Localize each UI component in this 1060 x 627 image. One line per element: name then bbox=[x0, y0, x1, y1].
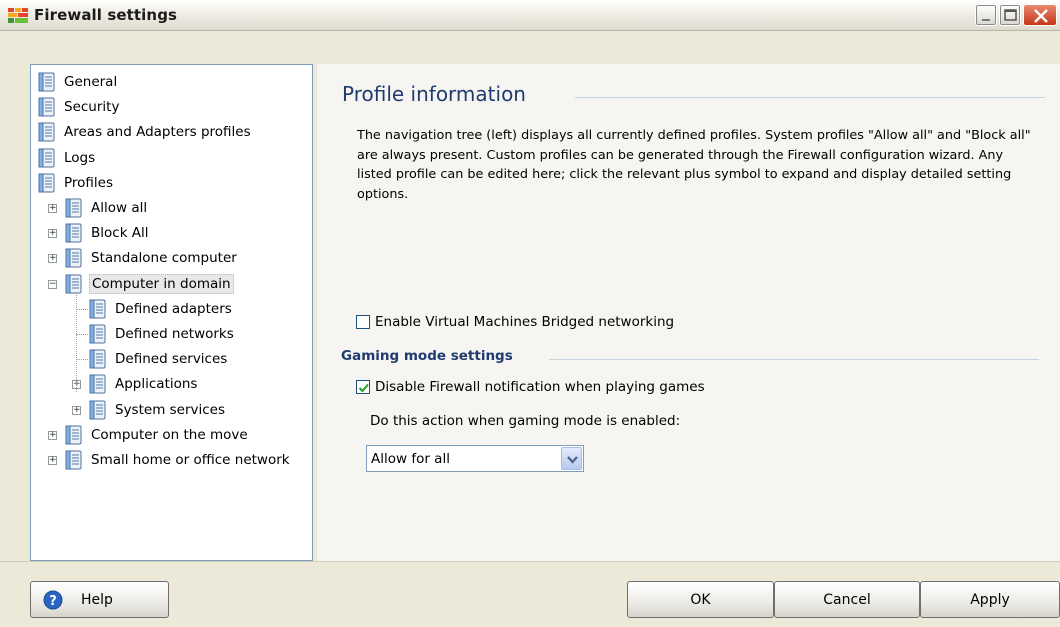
tree-item-label: Profiles bbox=[64, 174, 114, 191]
gaming-mode-title: Gaming mode settings bbox=[341, 348, 513, 364]
tree-item[interactable]: Profiles bbox=[38, 171, 115, 195]
tree-item[interactable]: Small home or office network bbox=[65, 448, 292, 472]
tree-connector bbox=[76, 291, 77, 393]
tree-item-label: Small home or office network bbox=[91, 452, 290, 468]
navigation-tree[interactable]: General Security Areas and Adapters profil… bbox=[30, 64, 313, 561]
tree-item-label: Security bbox=[64, 99, 120, 116]
tree-item-label: Defined services bbox=[115, 351, 228, 368]
checkmark-icon bbox=[358, 383, 369, 393]
document-icon bbox=[65, 450, 82, 470]
disable-notification-label[interactable]: Disable Firewall notification when playi… bbox=[375, 379, 705, 395]
document-icon bbox=[89, 374, 106, 394]
gaming-mode-divider bbox=[549, 359, 1039, 360]
tree-item[interactable]: System services bbox=[89, 398, 227, 422]
tree-item[interactable]: Defined adapters bbox=[89, 297, 234, 321]
tree-item[interactable]: Allow all bbox=[65, 196, 149, 220]
tree-item[interactable]: Applications bbox=[89, 372, 199, 396]
document-icon bbox=[89, 349, 106, 369]
help-button[interactable]: ? Help bbox=[30, 581, 169, 618]
tree-item[interactable]: Standalone computer bbox=[65, 246, 239, 270]
ok-button[interactable]: OK bbox=[627, 581, 774, 618]
collapse-icon[interactable]: − bbox=[48, 279, 57, 289]
close-icon bbox=[1034, 9, 1048, 23]
tree-connector bbox=[76, 334, 88, 335]
document-icon bbox=[38, 148, 55, 168]
help-label: Help bbox=[81, 591, 113, 608]
dropdown-arrow[interactable] bbox=[561, 447, 582, 470]
title-bar[interactable]: Firewall settings bbox=[0, 0, 1060, 31]
apply-button[interactable]: Apply bbox=[920, 581, 1060, 618]
tree-item-label: Defined adapters bbox=[115, 300, 232, 317]
profile-description: The navigation tree (left) displays all … bbox=[357, 128, 1031, 202]
tree-item-label: Logs bbox=[64, 149, 96, 166]
tree-item-label: Computer on the move bbox=[91, 426, 248, 443]
tree-item-label: General bbox=[64, 74, 118, 90]
tree-item[interactable]: General bbox=[38, 70, 119, 94]
expand-icon[interactable]: + bbox=[48, 456, 57, 465]
title-divider bbox=[575, 97, 1045, 98]
tree-connector bbox=[76, 359, 88, 361]
tree-item[interactable]: Defined networks bbox=[89, 322, 236, 346]
window-title: Firewall settings bbox=[34, 6, 178, 24]
tree-item[interactable]: Security bbox=[38, 95, 121, 119]
tree-item-label: Defined networks bbox=[115, 326, 234, 342]
section-title: Profile information bbox=[342, 82, 526, 106]
expand-icon[interactable]: + bbox=[48, 430, 57, 440]
gaming-action-select[interactable]: Allow for all bbox=[366, 445, 584, 472]
expand-icon[interactable]: + bbox=[48, 204, 57, 213]
disable-notification-row[interactable]: Disable Firewall notification when playi… bbox=[356, 379, 705, 395]
minimize-button[interactable] bbox=[975, 4, 997, 26]
vm-bridged-row[interactable]: Enable Virtual Machines Bridged networki… bbox=[356, 314, 674, 330]
document-icon bbox=[38, 72, 55, 92]
expand-icon[interactable]: + bbox=[72, 405, 81, 415]
profile-info-panel: Profile information The navigation tree … bbox=[317, 64, 1060, 561]
gaming-action-value: Allow for all bbox=[371, 451, 450, 467]
button-bar: ? Help OK Cancel Apply bbox=[0, 561, 1060, 627]
document-icon bbox=[65, 248, 82, 268]
vm-bridged-checkbox[interactable] bbox=[356, 315, 370, 329]
document-icon bbox=[38, 173, 55, 193]
document-icon bbox=[65, 425, 82, 445]
tree-connector bbox=[76, 308, 88, 310]
tree-item[interactable]: Logs bbox=[38, 146, 97, 170]
tree-item-label: Block All bbox=[91, 225, 149, 242]
vm-bridged-label[interactable]: Enable Virtual Machines Bridged networki… bbox=[375, 314, 674, 330]
document-icon bbox=[89, 400, 106, 420]
tree-item[interactable]: Block All bbox=[65, 221, 151, 245]
tree-item[interactable]: Defined services bbox=[89, 347, 229, 371]
tree-item-label: Areas and Adapters profiles bbox=[64, 124, 251, 141]
minimize-icon bbox=[982, 19, 990, 21]
firewall-app-icon bbox=[8, 8, 28, 23]
svg-text:?: ? bbox=[49, 594, 57, 609]
cancel-button[interactable]: Cancel bbox=[774, 581, 920, 618]
maximize-button[interactable] bbox=[999, 4, 1021, 26]
chevron-down-icon bbox=[567, 456, 578, 464]
document-icon bbox=[65, 223, 82, 243]
tree-item-label: Applications bbox=[115, 376, 198, 393]
tree-item[interactable]: Computer in domain bbox=[65, 272, 234, 296]
document-icon bbox=[65, 274, 82, 294]
maximize-icon bbox=[1004, 9, 1017, 21]
expand-icon[interactable]: + bbox=[48, 254, 57, 264]
tree-item-label: Allow all bbox=[91, 200, 148, 216]
tree-item-label: System services bbox=[115, 401, 226, 418]
help-icon: ? bbox=[43, 590, 63, 609]
tree-item-label: Computer in domain bbox=[89, 273, 234, 294]
tree-item-label: Standalone computer bbox=[91, 250, 237, 267]
document-icon bbox=[89, 324, 106, 344]
close-button[interactable] bbox=[1023, 4, 1057, 26]
tree-item[interactable]: Areas and Adapters profiles bbox=[38, 120, 253, 144]
document-icon bbox=[89, 299, 106, 319]
document-icon bbox=[38, 122, 55, 142]
document-icon bbox=[38, 97, 55, 117]
gaming-action-label: Do this action when gaming mode is enabl… bbox=[370, 413, 681, 429]
disable-notification-checkbox[interactable] bbox=[356, 380, 370, 394]
tree-item[interactable]: Computer on the move bbox=[65, 423, 250, 447]
document-icon bbox=[65, 198, 82, 218]
expand-icon[interactable]: + bbox=[48, 229, 57, 239]
